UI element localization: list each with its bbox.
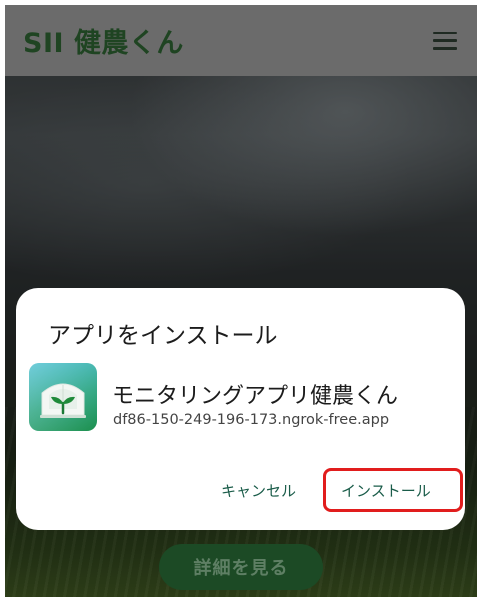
app-bar: SII 健農くん bbox=[5, 5, 477, 76]
screen: SII 健農くん 詳細を見る アプリをインストール モニタリングアプリ健農くん … bbox=[5, 5, 477, 597]
install-button[interactable]: インストール bbox=[341, 480, 431, 501]
dialog-title: アプリをインストール bbox=[48, 323, 278, 349]
cancel-button[interactable]: キャンセル bbox=[221, 480, 296, 501]
details-button[interactable]: 詳細を見る bbox=[159, 544, 323, 590]
greenhouse-sprout-icon bbox=[29, 363, 97, 431]
app-title: SII 健農くん bbox=[23, 28, 184, 59]
app-url: df86-150-249-196-173.ngrok-free.app bbox=[113, 412, 390, 428]
install-dialog: アプリをインストール モニタリングアプリ健農くん df86-150-249-19… bbox=[16, 288, 465, 530]
hamburger-menu-icon[interactable] bbox=[433, 31, 457, 50]
app-name: モニタリングアプリ健農くん bbox=[112, 384, 399, 409]
